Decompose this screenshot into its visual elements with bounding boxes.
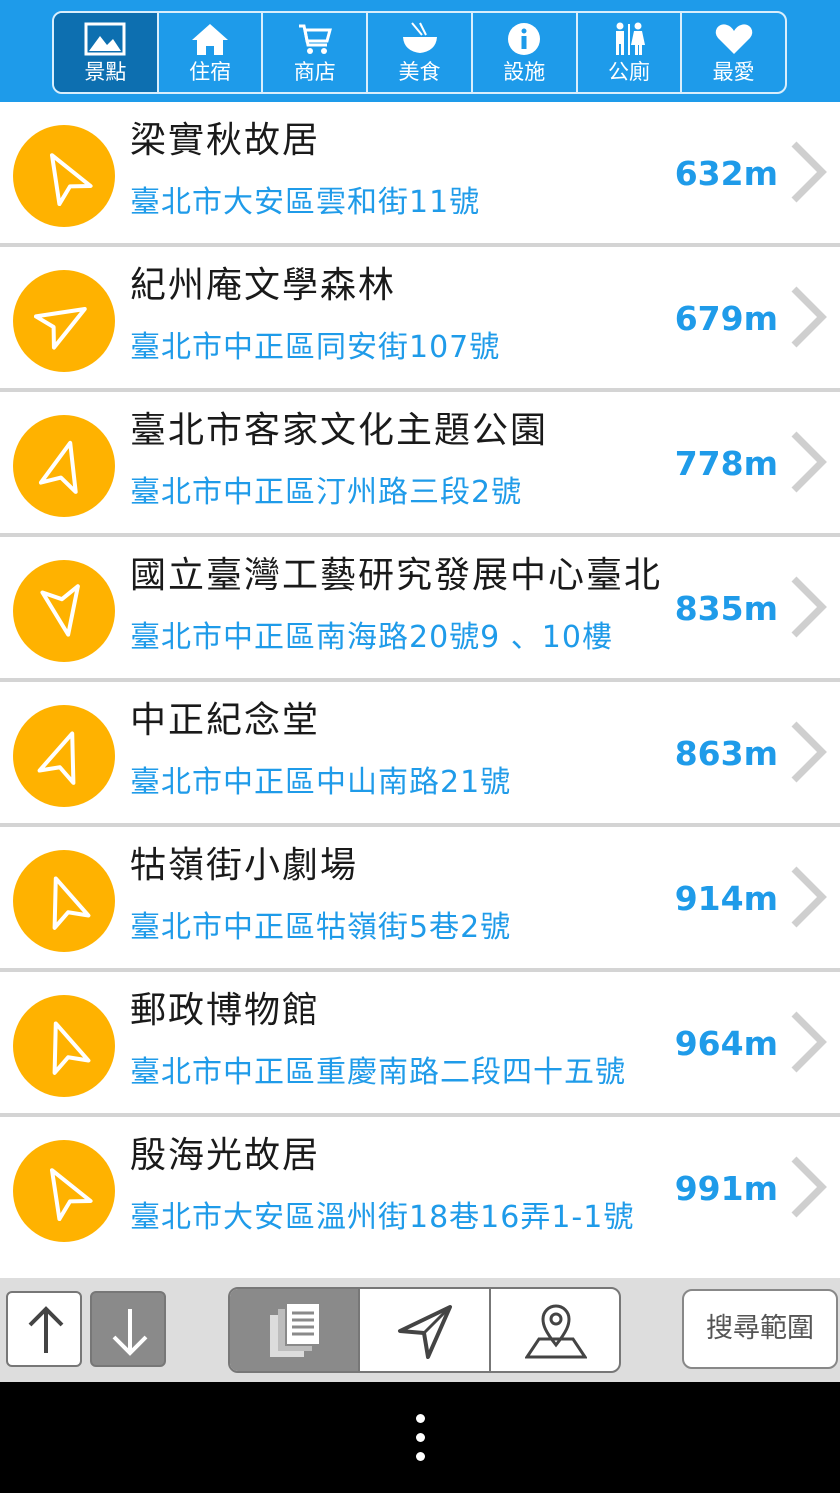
tab-label: 公廁 (607, 60, 650, 84)
place-row[interactable]: 牯嶺街小劇場 臺北市中正區牯嶺街5巷2號 914m (0, 827, 840, 972)
scroll-down-button[interactable] (90, 1291, 166, 1367)
place-list[interactable]: 梁實秋故居 臺北市大安區雲和街11號 632m 紀州庵文學森林 臺北市中正區同安… (0, 102, 840, 1258)
arrow-up-icon (28, 1306, 64, 1353)
overflow-menu-icon[interactable] (413, 1414, 427, 1464)
arrow-down-icon (112, 1309, 148, 1356)
place-address[interactable]: 臺北市中正區同安街107號 (130, 327, 660, 369)
direction-arrow-icon (50, 153, 93, 206)
chevron-right-icon (791, 576, 827, 638)
chevron-right-icon (791, 866, 827, 928)
place-distance: 863m (674, 734, 778, 773)
tab-label: 景點 (84, 60, 127, 84)
place-distance: 964m (674, 1024, 778, 1063)
place-distance: 778m (674, 444, 778, 483)
tab-restrooms[interactable]: 公廁 (578, 13, 683, 92)
place-address[interactable]: 臺北市中正區中山南路21號 (130, 762, 660, 804)
place-distance: 914m (674, 879, 778, 918)
direction-pin (3, 695, 123, 817)
place-distance: 679m (674, 299, 778, 338)
place-row[interactable]: 梁實秋故居 臺北市大安區雲和街11號 632m (0, 102, 840, 247)
place-row[interactable]: 國立臺灣工藝研究發展中心臺北 臺北市中正區南海路20號9 、10樓 835m (0, 537, 840, 682)
place-row[interactable]: 殷海光故居 臺北市大安區溫州街18巷16弄1-1號 991m (0, 1117, 840, 1258)
bottom-toolbar: 搜尋範圍 (0, 1278, 840, 1382)
place-distance: 632m (674, 154, 778, 193)
tab-favorites[interactable]: 最愛 (682, 13, 785, 92)
chevron-right-icon (791, 1156, 827, 1218)
place-row[interactable]: 中正紀念堂 臺北市中正區中山南路21號 863m (0, 682, 840, 827)
chevron-right-icon (791, 431, 827, 493)
search-range-button[interactable]: 搜尋範圍 (682, 1289, 838, 1369)
chevron-right-icon (791, 141, 827, 203)
place-address[interactable]: 臺北市大安區溫州街18巷16弄1-1號 (130, 1197, 660, 1239)
place-name: 梁實秋故居 (130, 120, 321, 161)
list-icon (270, 1302, 321, 1357)
map-pin-icon (524, 1304, 587, 1359)
place-address[interactable]: 臺北市大安區雲和街11號 (130, 182, 660, 224)
place-row[interactable]: 紀州庵文學森林 臺北市中正區同安街107號 679m (0, 247, 840, 392)
place-distance: 991m (674, 1169, 778, 1208)
place-row[interactable]: 臺北市客家文化主題公園 臺北市中正區汀州路三段2號 778m (0, 392, 840, 537)
direction-pin (3, 405, 123, 527)
direction-pin (3, 985, 123, 1107)
tab-label: 商店 (293, 60, 336, 84)
direction-pin (3, 550, 123, 672)
place-address[interactable]: 臺北市中正區汀州路三段2號 (130, 472, 660, 514)
tab-shops[interactable]: 商店 (263, 13, 369, 92)
restroom-icon (615, 22, 645, 55)
direction-pin (3, 840, 123, 962)
place-name: 臺北市客家文化主題公園 (130, 410, 549, 451)
direction-arrow-icon (50, 1168, 93, 1221)
place-name: 牯嶺街小劇場 (130, 845, 359, 886)
place-address[interactable]: 臺北市中正區重慶南路二段四十五號 (130, 1052, 660, 1094)
category-tab-bar: 景點 住宿 商店 美食 設施 公廁 最愛 (0, 0, 840, 102)
chevron-right-icon (791, 286, 827, 348)
heart-icon (715, 24, 752, 54)
place-address[interactable]: 臺北市中正區牯嶺街5巷2號 (130, 907, 660, 949)
direction-arrow-icon (52, 1021, 91, 1075)
system-nav-bar (0, 1382, 840, 1493)
tab-label: 美食 (398, 60, 441, 84)
tab-facilities[interactable]: 設施 (473, 13, 578, 92)
navigation-icon (398, 1305, 453, 1359)
direction-arrow-icon (37, 731, 76, 785)
scroll-up-button[interactable] (6, 1291, 82, 1367)
tab-label: 最愛 (712, 60, 755, 84)
place-address[interactable]: 臺北市中正區南海路20號9 、10樓 (130, 617, 660, 659)
direction-pin (3, 115, 123, 237)
place-row[interactable]: 郵政博物館 臺北市中正區重慶南路二段四十五號 964m (0, 972, 840, 1117)
chevron-right-icon (791, 721, 827, 783)
navigation-view-button[interactable] (360, 1289, 491, 1371)
place-name: 紀州庵文學森林 (130, 265, 397, 306)
home-icon (192, 24, 229, 55)
place-name: 中正紀念堂 (130, 700, 321, 741)
place-distance: 835m (674, 589, 778, 628)
bowl-icon (402, 22, 437, 53)
landscape-icon (84, 22, 126, 56)
list-view-button[interactable] (230, 1289, 361, 1371)
direction-pin (3, 1130, 123, 1252)
direction-arrow-icon (38, 440, 78, 494)
direction-arrow-icon (52, 876, 91, 930)
chevron-right-icon (791, 1011, 827, 1073)
tab-label: 住宿 (189, 60, 232, 84)
direction-arrow-icon (34, 307, 87, 350)
info-icon (508, 23, 541, 55)
tab-lodging[interactable]: 住宿 (159, 13, 264, 92)
direction-arrow-icon (40, 584, 80, 637)
tab-food[interactable]: 美食 (368, 13, 473, 92)
cart-icon (298, 24, 332, 54)
category-tabs: 景點 住宿 商店 美食 設施 公廁 最愛 (52, 11, 787, 94)
tab-label: 設施 (503, 60, 546, 84)
place-name: 郵政博物館 (130, 990, 321, 1031)
place-name: 國立臺灣工藝研究發展中心臺北 (130, 555, 663, 596)
map-view-button[interactable] (491, 1289, 619, 1371)
tab-attractions[interactable]: 景點 (54, 13, 159, 92)
place-name: 殷海光故居 (130, 1135, 321, 1176)
view-mode-segment (228, 1287, 621, 1373)
direction-pin (3, 260, 123, 382)
